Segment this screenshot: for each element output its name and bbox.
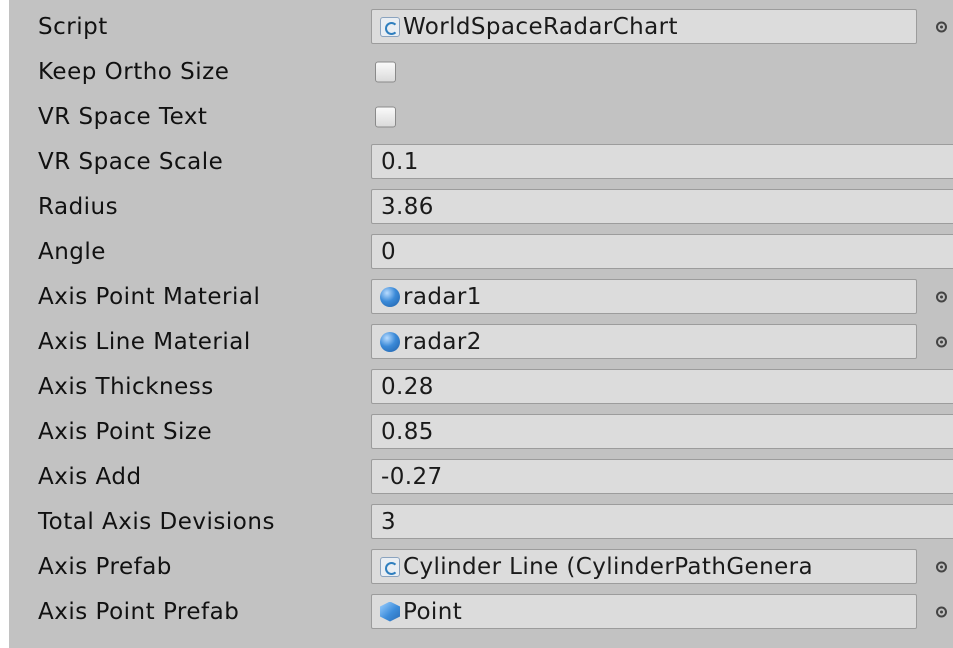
material-icon <box>380 286 400 307</box>
keep-ortho-size-label: Keep Ortho Size <box>38 58 230 85</box>
vr-space-scale-label: VR Space Scale <box>38 148 224 175</box>
axis-point-material-value: radar1 <box>403 283 482 310</box>
axis-line-material-value: radar2 <box>403 328 482 355</box>
script-label: Script <box>38 13 108 40</box>
script-icon <box>380 556 400 577</box>
radius-label: Radius <box>38 193 119 220</box>
inspector-panel: Script WorldSpaceRadarChart Keep Ortho S… <box>9 0 953 648</box>
material-icon <box>380 331 400 352</box>
axis-point-material-label: Axis Point Material <box>38 283 261 310</box>
axis-prefab-value: Cylinder Line (CylinderPathGenera <box>403 553 813 580</box>
axis-add-input[interactable]: -0.27 <box>371 459 953 494</box>
total-axis-devisions-label: Total Axis Devisions <box>38 508 275 535</box>
axis-prefab-label: Axis Prefab <box>38 553 172 580</box>
vr-space-scale-input[interactable]: 0.1 <box>371 144 953 179</box>
axis-add-row: Axis Add -0.27 <box>9 454 953 499</box>
object-picker-icon[interactable] <box>936 291 947 302</box>
object-picker-icon[interactable] <box>936 336 947 347</box>
axis-prefab-row: Axis Prefab Cylinder Line (CylinderPathG… <box>9 544 953 589</box>
vr-space-scale-row: VR Space Scale 0.1 <box>9 139 953 184</box>
axis-point-prefab-row: Axis Point Prefab Point <box>9 589 953 634</box>
object-picker-icon[interactable] <box>936 561 947 572</box>
axis-point-material-field[interactable]: radar1 <box>371 279 917 314</box>
script-field[interactable]: WorldSpaceRadarChart <box>371 9 917 44</box>
prefab-icon <box>380 601 400 622</box>
radius-input[interactable]: 3.86 <box>371 189 953 224</box>
total-axis-devisions-row: Total Axis Devisions 3 <box>9 499 953 544</box>
script-row: Script WorldSpaceRadarChart <box>9 4 953 49</box>
axis-point-material-row: Axis Point Material radar1 <box>9 274 953 319</box>
axis-point-size-input[interactable]: 0.85 <box>371 414 953 449</box>
vr-space-text-row: VR Space Text <box>9 94 953 139</box>
axis-point-size-row: Axis Point Size 0.85 <box>9 409 953 454</box>
axis-add-label: Axis Add <box>38 463 142 490</box>
axis-line-material-row: Axis Line Material radar2 <box>9 319 953 364</box>
axis-thickness-label: Axis Thickness <box>38 373 214 400</box>
object-picker-icon[interactable] <box>936 21 947 32</box>
axis-thickness-input[interactable]: 0.28 <box>371 369 953 404</box>
axis-line-material-label: Axis Line Material <box>38 328 251 355</box>
axis-point-prefab-field[interactable]: Point <box>371 594 917 629</box>
vr-space-text-label: VR Space Text <box>38 103 208 130</box>
angle-label: Angle <box>38 238 106 265</box>
vr-space-text-checkbox[interactable] <box>375 106 396 127</box>
keep-ortho-size-row: Keep Ortho Size <box>9 49 953 94</box>
script-value: WorldSpaceRadarChart <box>403 13 678 40</box>
object-picker-icon[interactable] <box>936 606 947 617</box>
axis-point-prefab-value: Point <box>403 598 463 625</box>
axis-line-material-field[interactable]: radar2 <box>371 324 917 359</box>
radius-row: Radius 3.86 <box>9 184 953 229</box>
axis-thickness-row: Axis Thickness 0.28 <box>9 364 953 409</box>
script-icon <box>380 16 400 37</box>
keep-ortho-size-checkbox[interactable] <box>375 61 396 82</box>
axis-point-prefab-label: Axis Point Prefab <box>38 598 240 625</box>
total-axis-devisions-input[interactable]: 3 <box>371 504 953 539</box>
axis-prefab-field[interactable]: Cylinder Line (CylinderPathGenera <box>371 549 917 584</box>
angle-row: Angle 0 <box>9 229 953 274</box>
axis-point-size-label: Axis Point Size <box>38 418 213 445</box>
angle-input[interactable]: 0 <box>371 234 953 269</box>
